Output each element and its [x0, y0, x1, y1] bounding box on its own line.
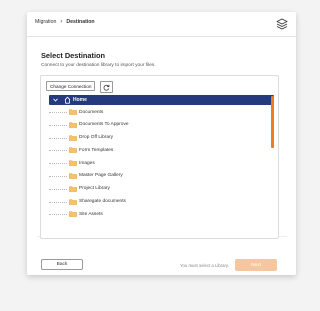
validation-message: You must select a Library.	[180, 263, 229, 268]
tree-item-label: Form Templates	[79, 147, 114, 153]
tree-item-label: Images	[79, 160, 95, 166]
tree-item-site-assets[interactable]: Site Assets	[49, 208, 274, 221]
tree-connector	[49, 188, 67, 190]
folder-icon	[69, 147, 77, 154]
tree-item-drop-off-library[interactable]: Drop Off Library	[49, 132, 274, 145]
tree-item-sharegate-documents[interactable]: Sharegate documents	[49, 196, 274, 209]
layers-icon[interactable]	[275, 17, 289, 31]
tree-connector	[49, 124, 67, 126]
tree-connector	[49, 201, 67, 203]
tree-scrollbar[interactable]	[271, 96, 274, 148]
tree-item-label: Site Assets	[79, 211, 103, 217]
tree-item-label: Drop Off Library	[79, 135, 114, 141]
tree-item-label: Sharegate documents	[79, 199, 126, 205]
breadcrumb-separator: ›	[60, 19, 63, 25]
tree-item-documents-to-approve[interactable]: Documents To Approve	[49, 119, 274, 132]
header-bar: Migration › Destination	[27, 12, 296, 37]
tree-item-images[interactable]: Images	[49, 157, 274, 170]
home-icon	[64, 96, 71, 104]
back-button[interactable]: Back	[41, 259, 83, 270]
folder-icon	[69, 160, 77, 166]
folder-icon	[69, 109, 77, 115]
tree-item-label: Project Library	[79, 186, 110, 192]
breadcrumb-item-migration[interactable]: Migration	[35, 19, 56, 25]
folder-icon	[69, 211, 77, 218]
tree-connector	[49, 137, 67, 139]
tree-item-label: Documents	[79, 109, 104, 115]
refresh-icon	[103, 84, 110, 91]
footer-bar: Back You must select a Library. Next	[27, 247, 296, 275]
folder-icon	[69, 122, 77, 128]
change-connection-button[interactable]: Change Connection	[46, 81, 96, 91]
folder-icon	[69, 198, 77, 205]
tree-item-label: Home	[73, 97, 87, 103]
library-tree-panel: Change Connection Home Documents Documen…	[40, 75, 279, 239]
next-button[interactable]: Next	[235, 259, 277, 271]
tree-connector	[49, 112, 67, 113]
destination-card: Select Destination Connect to your desti…	[37, 46, 287, 239]
page-title: Select Destination	[41, 51, 106, 60]
tree-connector	[49, 150, 67, 152]
refresh-button[interactable]	[100, 81, 113, 93]
folder-icon	[69, 173, 77, 179]
folder-icon	[69, 186, 77, 192]
tree-connector	[49, 163, 67, 165]
folder-icon	[69, 134, 77, 141]
tree-item-project-library[interactable]: Project Library	[49, 183, 274, 196]
chevron-down-icon[interactable]	[53, 98, 58, 102]
tree-connector	[49, 175, 67, 177]
tree-item-master-page-gallery[interactable]: Master Page Gallery	[49, 170, 274, 183]
breadcrumb: Migration › Destination	[35, 19, 95, 25]
tree-connector	[49, 214, 67, 216]
breadcrumb-item-destination: Destination	[66, 19, 95, 25]
migration-window: Migration › Destination Select Destinati…	[27, 12, 296, 275]
tree-item-label: Documents To Approve	[79, 122, 129, 128]
tree-item-home[interactable]: Home	[49, 95, 274, 105]
page-subtitle: Connect to your destination library to i…	[41, 63, 156, 68]
tree-children: Documents Documents To Approve Drop Off …	[49, 106, 274, 221]
tree-item-label: Master Page Gallery	[79, 173, 123, 179]
tree-item-form-templates[interactable]: Form Templates	[49, 144, 274, 157]
tree-item-documents[interactable]: Documents	[49, 106, 274, 119]
